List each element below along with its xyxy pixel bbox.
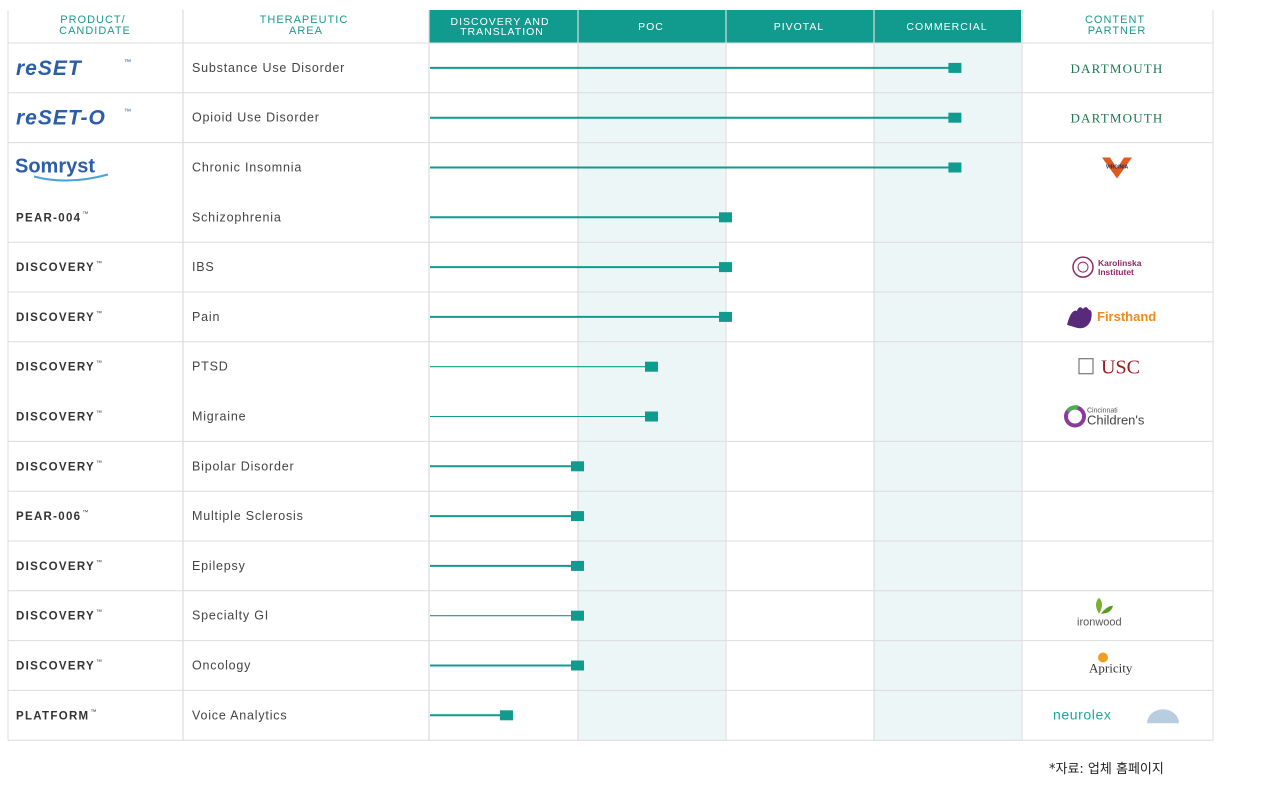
trademark-mark: ™	[124, 59, 131, 66]
therapeutic-area-label: Multiple Sclerosis	[192, 509, 304, 523]
progress-marker	[571, 560, 584, 571]
karolinska-seal-icon	[1072, 256, 1094, 278]
therapeutic-area-label: PTSD	[192, 360, 229, 374]
poc-column-shade	[578, 43, 725, 741]
trademark-mark: ™	[96, 310, 102, 317]
therapeutic-area-label: Pain	[192, 310, 220, 324]
therapeutic-area-label: Chronic Insomnia	[192, 161, 302, 175]
progress-marker	[499, 710, 513, 721]
trademark-mark: ™	[96, 559, 102, 566]
trademark-mark: ™	[96, 459, 102, 466]
virginia-logo: VIRGINIA	[1106, 165, 1129, 171]
product-name: PEAR-004	[16, 212, 81, 224]
trademark-mark: ™	[96, 609, 102, 616]
pipeline-row: DISCOVERY ™ Epilepsy	[16, 559, 584, 573]
therapeutic-area-label: Bipolar Disorder	[192, 459, 294, 473]
trademark-mark: ™	[96, 260, 102, 267]
trademark-mark: ™	[82, 509, 88, 516]
product-name: DISCOVERY	[16, 412, 95, 424]
therapeutic-area-label: Migraine	[192, 410, 246, 424]
progress-marker	[571, 660, 584, 671]
progress-marker	[948, 62, 962, 73]
usc-seal-icon	[1078, 358, 1094, 375]
apricity-logo: Apricity	[1089, 661, 1133, 676]
trademark-mark: ™	[82, 210, 88, 217]
therapeutic-area-label: Voice Analytics	[192, 708, 287, 722]
product-name: DISCOVERY	[16, 362, 95, 374]
ironwood-leaf-icon	[1096, 597, 1102, 614]
karolinska-logo: Karolinska Institutet	[1098, 258, 1142, 277]
therapeutic-area-label: Oncology	[192, 659, 251, 673]
product-name: DISCOVERY	[16, 312, 95, 324]
pipeline-chart: PRODUCT/ CANDIDATE THERAPEUTIC AREA DISC…	[7, 10, 1214, 777]
neurolex-mountain-icon	[1147, 709, 1179, 724]
trademark-mark: ™	[96, 659, 102, 666]
cincinnati-childrens-logo-name: Children's	[1087, 413, 1145, 428]
therapeutic-area-label: Schizophrenia	[192, 210, 282, 224]
progress-marker	[571, 461, 584, 472]
trademark-mark: ™	[90, 708, 96, 715]
commercial-column-shade	[874, 43, 1021, 741]
reset-logo: reSET	[16, 57, 83, 80]
trademark-mark: ™	[124, 109, 131, 116]
karolinska-seal-inner	[1077, 261, 1089, 273]
progress-marker	[719, 212, 732, 223]
product-name: DISCOVERY	[16, 461, 95, 473]
therapeutic-area-label: Substance Use Disorder	[192, 61, 345, 75]
pipeline-row: DISCOVERY ™ Bipolar Disorder	[16, 459, 584, 473]
progress-marker	[571, 610, 584, 621]
reset-o-logo: reSET-O	[16, 107, 106, 130]
pipeline-row: PEAR-006 ™ Multiple Sclerosis	[16, 509, 584, 523]
usc-logo: USC	[1101, 357, 1140, 379]
source-note: *자료: 업체 홈페이지	[1049, 762, 1164, 777]
ironwood-leaf-icon-2	[1101, 605, 1113, 614]
progress-marker	[645, 361, 658, 372]
dartmouth-logo: DARTMOUTH	[1070, 61, 1163, 76]
product-name: PEAR-006	[16, 511, 81, 523]
product-name: DISCOVERY	[16, 561, 95, 573]
product-name: PLATFORM	[16, 710, 89, 722]
progress-marker	[571, 511, 584, 522]
product-name: DISCOVERY	[16, 661, 95, 673]
header-discovery-translation: DISCOVERY AND TRANSLATION	[451, 16, 554, 38]
header-therapeutic-area: THERAPEUTIC AREA	[260, 14, 353, 37]
therapeutic-area-label: Specialty GI	[192, 609, 269, 623]
progress-marker	[948, 112, 962, 123]
dartmouth-logo: DARTMOUTH	[1070, 111, 1163, 126]
therapeutic-area-label: Epilepsy	[192, 559, 246, 573]
product-name: DISCOVERY	[16, 611, 95, 623]
ironwood-logo: ironwood	[1077, 617, 1122, 629]
neurolex-logo: neurolex	[1053, 706, 1112, 722]
progress-marker	[948, 162, 962, 173]
trademark-mark: ™	[96, 360, 102, 367]
therapeutic-area-label: Opioid Use Disorder	[192, 111, 320, 125]
therapeutic-area-label: IBS	[192, 260, 215, 274]
header-commercial: COMMERCIAL	[906, 21, 987, 33]
progress-marker	[719, 262, 732, 273]
progress-marker	[645, 411, 658, 422]
trademark-mark: ™	[96, 410, 102, 417]
firsthand-hand-icon	[1067, 307, 1092, 329]
header-product: PRODUCT/ CANDIDATE	[59, 14, 131, 37]
header-poc: POC	[638, 21, 664, 33]
progress-marker	[719, 311, 732, 322]
somryst-logo: Somryst	[15, 156, 95, 178]
header-content-partner: CONTENT PARTNER	[1085, 14, 1149, 37]
firsthand-logo: Firsthand	[1097, 309, 1156, 324]
product-name: DISCOVERY	[16, 262, 95, 274]
header-pivotal: PIVOTAL	[774, 21, 825, 33]
